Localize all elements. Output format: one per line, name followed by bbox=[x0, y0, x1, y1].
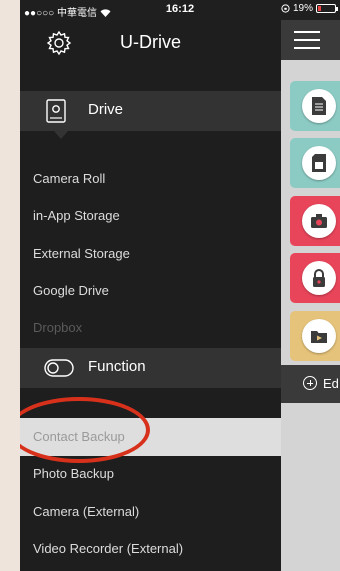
edit-label: Ed bbox=[323, 376, 339, 391]
menu-item-camera-roll[interactable]: Camera Roll bbox=[20, 161, 281, 197]
sd-card-icon bbox=[312, 154, 326, 172]
toggle-icon bbox=[44, 359, 74, 377]
menu-item-photo-backup[interactable]: Photo Backup bbox=[20, 456, 281, 492]
tile-documents[interactable] bbox=[290, 81, 340, 131]
drive-section-header[interactable]: Drive bbox=[20, 91, 281, 139]
orientation-lock-icon bbox=[281, 4, 290, 13]
menu-item-video-recorder-external[interactable]: Video Recorder (External) bbox=[20, 531, 281, 567]
status-bar: ●●○○○ 中華電信 16:12 19% bbox=[20, 0, 340, 20]
app-title: U-Drive bbox=[120, 32, 181, 52]
tile-lock[interactable] bbox=[290, 253, 340, 303]
tile-sd-card[interactable] bbox=[290, 138, 340, 188]
menu-item-dropbox[interactable]: Dropbox bbox=[20, 310, 281, 346]
function-section-label: Function bbox=[88, 358, 146, 375]
menu-item-contact-backup[interactable]: Contact Backup bbox=[20, 418, 281, 456]
menu-item-in-app-storage[interactable]: in-App Storage bbox=[20, 198, 281, 234]
add-circle-icon bbox=[303, 376, 317, 390]
edit-bar[interactable]: Ed bbox=[281, 365, 340, 403]
drive-icon bbox=[46, 99, 66, 123]
lock-icon bbox=[313, 269, 325, 287]
menu-item-external-storage[interactable]: External Storage bbox=[20, 236, 281, 272]
tile-camera[interactable] bbox=[290, 196, 340, 246]
video-folder-icon bbox=[311, 331, 327, 343]
battery-area: 19% bbox=[281, 3, 338, 14]
navigation-drawer: U-Drive Drive Camera Roll in-App Storage… bbox=[20, 20, 281, 571]
tile-video-folder[interactable] bbox=[290, 311, 340, 361]
hamburger-menu-icon[interactable] bbox=[294, 31, 320, 49]
phone-screen: ●●○○○ 中華電信 16:12 19% U-Drive Drive Camer… bbox=[20, 0, 340, 571]
main-content-peek: Ed bbox=[281, 20, 340, 571]
camera-icon bbox=[311, 214, 327, 228]
battery-icon bbox=[316, 4, 338, 13]
drive-pointer bbox=[54, 131, 68, 139]
menu-item-google-drive[interactable]: Google Drive bbox=[20, 273, 281, 309]
document-icon bbox=[312, 97, 326, 115]
drive-section-label: Drive bbox=[88, 101, 124, 118]
top-bar bbox=[281, 20, 340, 60]
battery-level bbox=[318, 6, 321, 11]
menu-item-camera-external[interactable]: Camera (External) bbox=[20, 494, 281, 530]
battery-percent: 19% bbox=[292, 3, 313, 14]
function-section-header[interactable]: Function bbox=[20, 348, 281, 388]
